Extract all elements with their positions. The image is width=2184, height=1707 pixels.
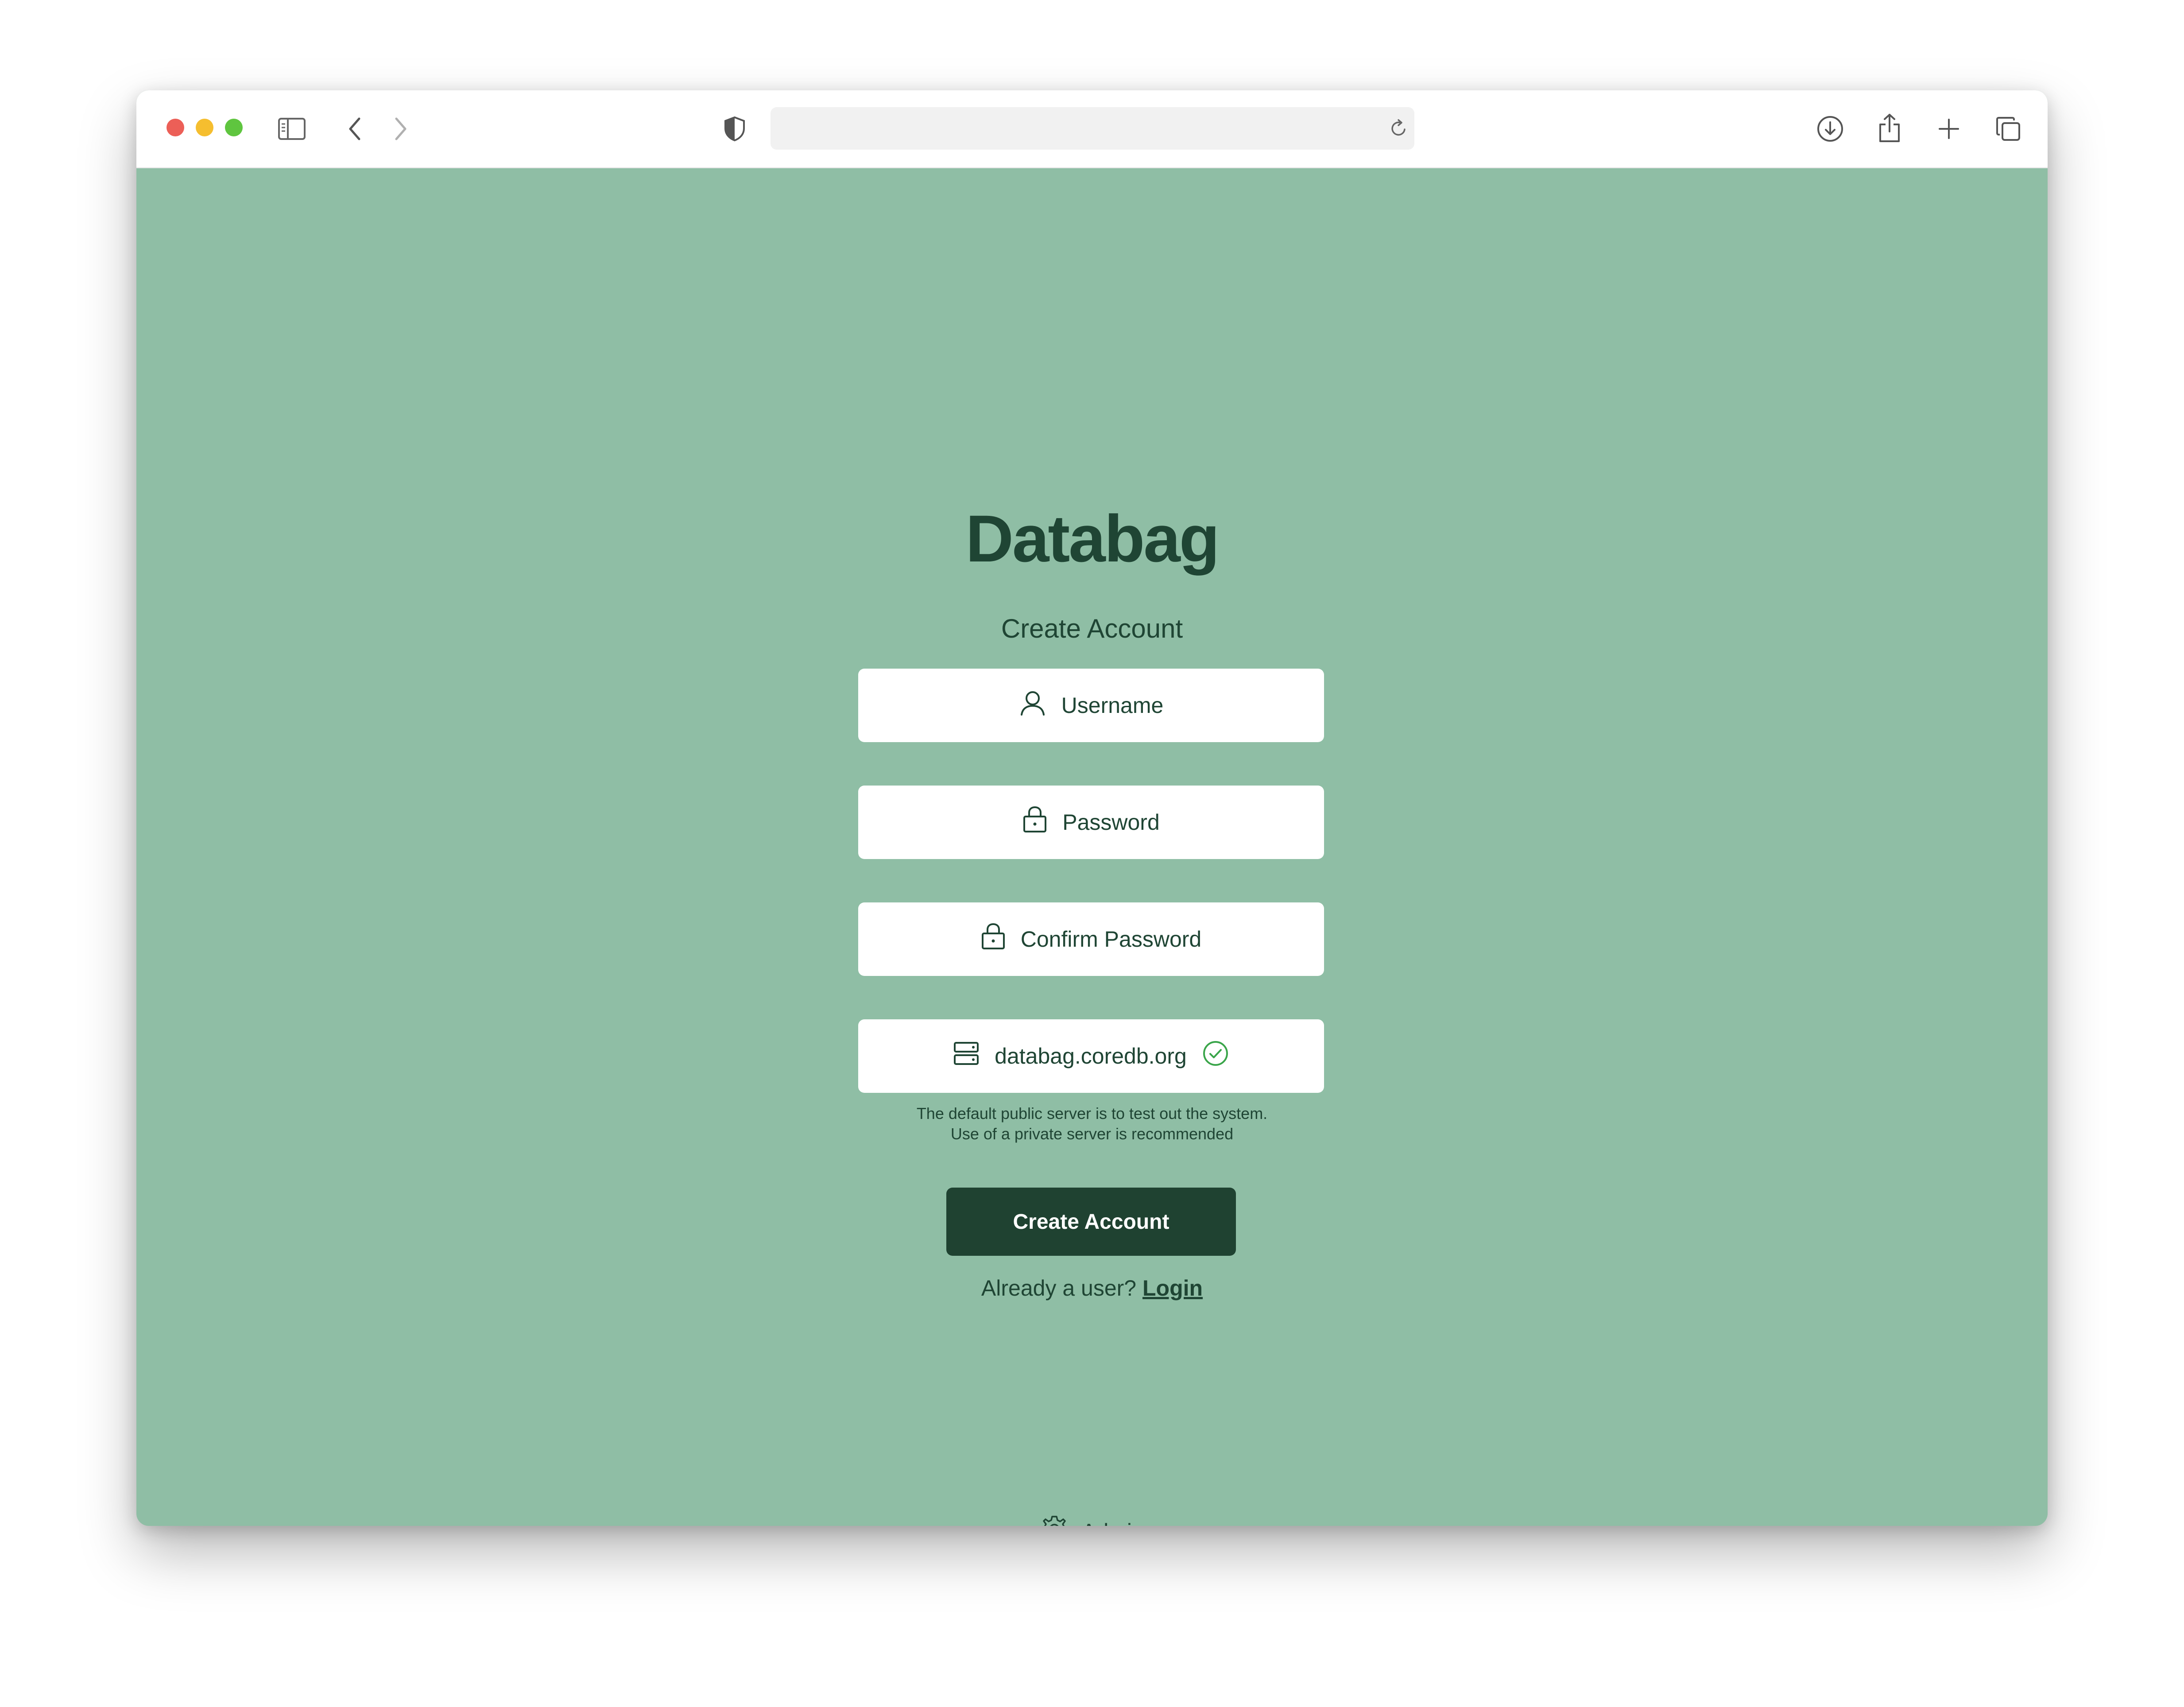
- gear-icon: [1040, 1514, 1069, 1526]
- server-icon: [953, 1041, 980, 1071]
- server-hint-line: The default public server is to test out…: [916, 1104, 1268, 1123]
- login-prompt: Already a user?: [981, 1276, 1137, 1301]
- close-window-button[interactable]: [167, 119, 184, 136]
- zoom-window-button[interactable]: [225, 119, 243, 136]
- confirm-password-placeholder: Confirm Password: [1020, 927, 1202, 952]
- server-hint: The default public server is to test out…: [136, 1103, 2048, 1144]
- sidebar-icon[interactable]: [276, 113, 307, 144]
- shield-icon[interactable]: [719, 113, 750, 144]
- address-bar[interactable]: [771, 107, 1414, 150]
- browser-toolbar: [136, 90, 2048, 168]
- browser-window: Databag Create Account Username Password…: [136, 90, 2048, 1526]
- confirm-password-field[interactable]: Confirm Password: [858, 902, 1324, 976]
- server-hint-line: Use of a private server is recommended: [950, 1125, 1234, 1143]
- reload-icon[interactable]: [1387, 117, 1410, 140]
- page-title: Create Account: [1001, 614, 1183, 643]
- share-icon[interactable]: [1874, 111, 1905, 145]
- lock-icon: [981, 923, 1006, 956]
- login-page: Databag Create Account Username Password…: [136, 168, 2048, 1526]
- tabs-icon[interactable]: [1993, 113, 2024, 144]
- lock-icon: [1022, 806, 1047, 839]
- admin-link[interactable]: Admin: [136, 1514, 2048, 1526]
- back-icon[interactable]: [339, 113, 370, 144]
- password-placeholder: Password: [1062, 810, 1160, 835]
- app-logo: Databag: [965, 501, 1220, 576]
- password-field[interactable]: Password: [858, 786, 1324, 859]
- forward-icon[interactable]: [385, 113, 416, 144]
- user-icon: [1019, 689, 1046, 722]
- server-value: databag.coredb.org: [995, 1044, 1187, 1068]
- minimize-window-button[interactable]: [196, 119, 213, 136]
- username-placeholder: Username: [1061, 693, 1164, 718]
- check-circle-icon: [1202, 1040, 1229, 1072]
- create-account-button[interactable]: Create Account: [946, 1188, 1236, 1256]
- login-link[interactable]: Login: [1142, 1276, 1203, 1301]
- username-field[interactable]: Username: [858, 669, 1324, 742]
- download-icon[interactable]: [1815, 113, 1846, 144]
- login-prompt-line: Already a user? Login: [136, 1275, 2048, 1301]
- new-tab-icon[interactable]: [1933, 113, 1964, 144]
- server-field[interactable]: databag.coredb.org: [858, 1019, 1324, 1093]
- admin-label: Admin: [1081, 1519, 1144, 1526]
